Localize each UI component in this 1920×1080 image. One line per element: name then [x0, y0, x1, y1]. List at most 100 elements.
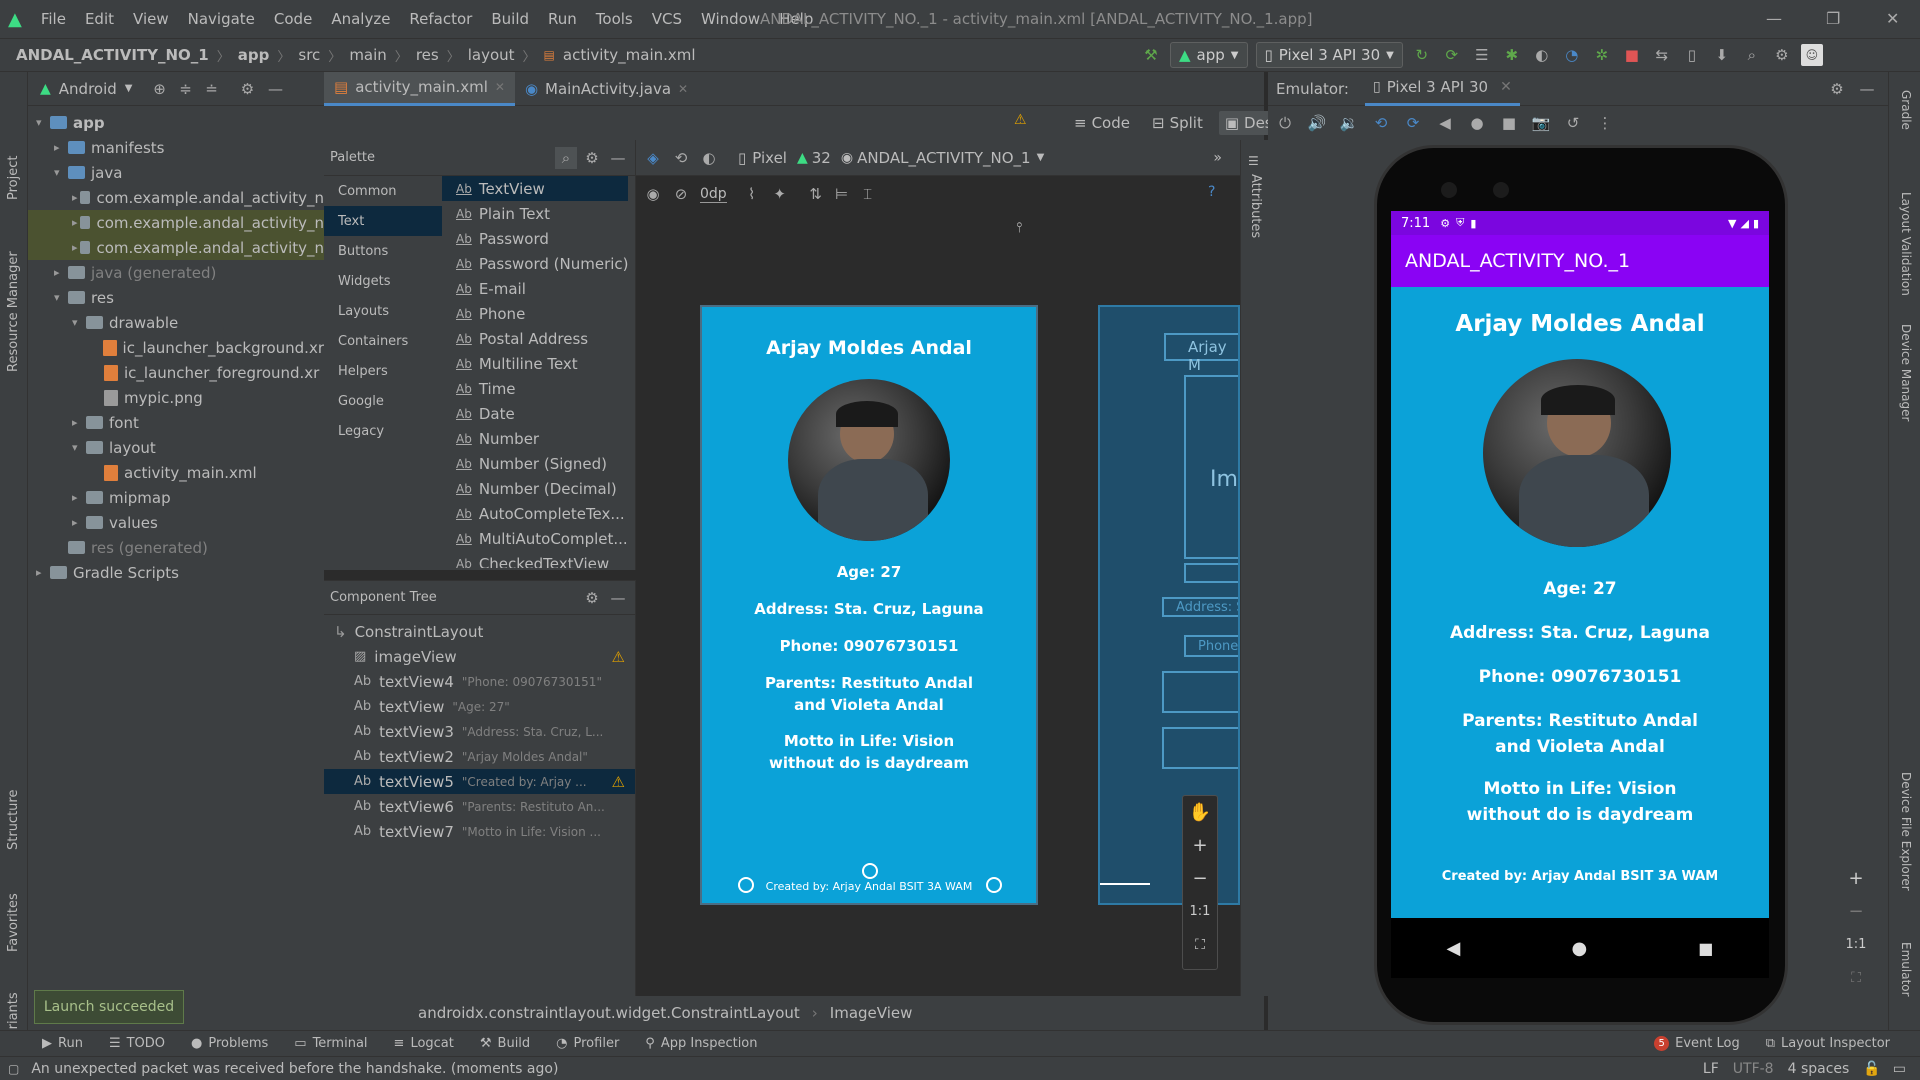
run-config-select[interactable]: ▲ app ▼ [1170, 42, 1248, 68]
emulator-tool-tab[interactable]: Emulator [1899, 942, 1913, 997]
zoom-in-icon[interactable]: + [1192, 829, 1207, 862]
preview-motto-line1[interactable]: Motto in Life: Vision [702, 732, 1036, 750]
component-tree-item[interactable]: Ab textView "Age: 27" [324, 694, 635, 719]
component-tree-item[interactable]: Ab textView3 "Address: Sta. Cruz, L... [324, 719, 635, 744]
expand-arrow-icon[interactable]: ▸ [54, 141, 68, 154]
orientation-icon[interactable]: ⟲ [670, 147, 692, 169]
palette-category[interactable]: Common [324, 176, 442, 206]
project-tree-item[interactable]: ▸ Gradle Scripts [28, 560, 324, 585]
preview-address[interactable]: Address: Sta. Cruz, Laguna [702, 600, 1036, 618]
menu-navigate[interactable]: Navigate [188, 10, 255, 28]
menu-vcs[interactable]: VCS [652, 10, 682, 28]
layout-validation-tool-tab[interactable]: Layout Validation [1899, 192, 1913, 296]
zoom-actual-size[interactable]: 1:1 [1190, 895, 1211, 928]
zoom-out-icon[interactable]: − [1848, 895, 1863, 928]
emulator-device-tab[interactable]: ▯ Pixel 3 API 30 ✕ [1364, 72, 1520, 106]
zoom-in-icon[interactable]: + [1848, 862, 1863, 895]
project-tree-item[interactable]: activity_main.xml [28, 460, 324, 485]
search-icon[interactable]: ⌕ [1741, 44, 1763, 66]
palette-item[interactable]: Ab TextView [442, 176, 628, 201]
palette-item[interactable]: Ab E-mail [442, 276, 628, 301]
menu-view[interactable]: View [133, 10, 169, 28]
settings-gear-icon[interactable]: ⚙ [1826, 78, 1848, 100]
status-toggle-icon[interactable]: ▢ [8, 1062, 19, 1076]
project-tree-item[interactable]: ic_launcher_background.xr [28, 335, 324, 360]
crumb-imageview[interactable]: ImageView [830, 1004, 913, 1022]
settings-gear-icon[interactable]: ⚙ [1771, 44, 1793, 66]
canvas-device-select[interactable]: Pixel [752, 149, 787, 167]
overflow-chevron-icon[interactable]: » [1213, 150, 1222, 166]
profile-icon[interactable]: ◔ [1561, 44, 1583, 66]
palette-category[interactable]: Helpers [324, 356, 442, 386]
palette-item[interactable]: Ab Multiline Text [442, 351, 628, 376]
project-tree-item[interactable]: ▸ font [28, 410, 324, 435]
palette-category[interactable]: Containers [324, 326, 442, 356]
overview-icon[interactable]: ■ [1498, 112, 1520, 134]
blueprint-name-box[interactable]: Arjay M [1164, 333, 1238, 374]
sync-gradle-icon[interactable]: ⇆ [1651, 44, 1673, 66]
bottom-tool-logcat[interactable]: ≡ Logcat [394, 1036, 454, 1051]
hide-panel-icon[interactable]: — [1856, 78, 1878, 100]
attributes-tool-tab[interactable]: Attributes [1248, 174, 1263, 238]
view-mode-code[interactable]: ≡ Code [1068, 111, 1136, 135]
project-tree-item[interactable]: mypic.png [28, 385, 324, 410]
lock-icon[interactable]: 🔓 [1863, 1061, 1880, 1077]
screenshot-camera-icon[interactable]: 📷 [1530, 112, 1552, 134]
breadcrumb-item[interactable]: res [416, 46, 439, 64]
menu-run[interactable]: Run [548, 10, 577, 28]
volume-up-icon[interactable]: 🔊 [1306, 112, 1328, 134]
device-manager-icon[interactable]: ▯ [1681, 44, 1703, 66]
expand-arrow-icon[interactable]: ▾ [36, 116, 50, 129]
palette-item[interactable]: Ab Number [442, 426, 628, 451]
nav-home-icon[interactable]: ● [1571, 938, 1587, 959]
palette-item[interactable]: Ab Phone [442, 301, 628, 326]
default-margin-field[interactable]: 0dp [700, 186, 727, 203]
blueprint-parents-box[interactable] [1162, 671, 1238, 713]
file-encoding[interactable]: UTF-8 [1733, 1061, 1774, 1077]
view-mode-split[interactable]: ⊟ Split [1146, 111, 1209, 135]
palette-item[interactable]: Ab Plain Text [442, 201, 628, 226]
breadcrumb-item[interactable]: activity_main.xml [563, 46, 696, 64]
breadcrumb-item[interactable]: app [238, 46, 270, 64]
project-tree-item[interactable]: ▸ com.example.andal_activity_n [28, 235, 324, 260]
coverage-icon[interactable]: ◐ [1531, 44, 1553, 66]
pack-icon[interactable]: ⇅ [805, 183, 827, 205]
device-select[interactable]: ▯ Pixel 3 API 30 ▼ [1255, 42, 1403, 68]
bottom-tool-terminal[interactable]: ▭ Terminal [294, 1036, 367, 1051]
palette-item[interactable]: Ab AutoCompleteTex... [442, 501, 628, 526]
palette-item[interactable]: Ab Password (Numeric) [442, 251, 628, 276]
palette-item[interactable]: Ab Number (Decimal) [442, 476, 628, 501]
blueprint-age-box[interactable] [1184, 563, 1238, 583]
component-tree-item[interactable]: Ab textView2 "Arjay Moldes Andal" [324, 744, 635, 769]
project-tree-item[interactable]: ▾ res [28, 285, 324, 310]
chevron-down-icon[interactable]: ▼ [1037, 152, 1045, 163]
locate-icon[interactable]: ⊕ [148, 78, 170, 100]
warning-icon[interactable]: ⚠ [612, 773, 625, 791]
clear-constraints-icon[interactable]: ⌇ [741, 183, 763, 205]
menu-edit[interactable]: Edit [85, 10, 114, 28]
project-tree-item[interactable]: ▾ java [28, 160, 324, 185]
expand-arrow-icon[interactable]: ▸ [54, 266, 68, 279]
hide-panel-icon[interactable]: — [607, 147, 629, 169]
help-icon[interactable]: ? [1208, 184, 1215, 200]
bottom-tool-problems[interactable]: ● Problems [191, 1036, 268, 1051]
theme-select[interactable]: ANDAL_ACTIVITY_NO_1 [857, 149, 1031, 167]
apply-code-changes-icon[interactable]: ⟳ [1441, 44, 1463, 66]
settings-gear-icon[interactable]: ⚙ [236, 78, 258, 100]
resource-manager-tool-tab[interactable]: Resource Manager [6, 251, 21, 372]
breadcrumb-item[interactable]: src [298, 46, 320, 64]
bottom-tool-run[interactable]: ▶ Run [42, 1036, 83, 1051]
editor-tab[interactable]: ◉ MainActivity.java ✕ [515, 72, 698, 106]
component-tree-item[interactable]: Ab textView6 "Parents: Restituto An... [324, 794, 635, 819]
preview-parents-line1[interactable]: Parents: Restituto Andal [702, 674, 1036, 692]
preview-name[interactable]: Arjay Moldes Andal [702, 337, 1036, 359]
align-icon[interactable]: ⊨ [831, 183, 853, 205]
expand-arrow-icon[interactable]: ▸ [72, 241, 80, 254]
nav-back-icon[interactable]: ◀ [1447, 938, 1461, 959]
expand-arrow-icon[interactable]: ▸ [72, 191, 80, 204]
warning-icon[interactable]: ⚠ [612, 648, 625, 666]
palette-category[interactable]: Google [324, 386, 442, 416]
palette-item[interactable]: Ab Password [442, 226, 628, 251]
tree-root-constraintlayout[interactable]: ↳ ConstraintLayout [324, 619, 635, 644]
structure-tool-tab[interactable]: Structure [6, 790, 21, 850]
